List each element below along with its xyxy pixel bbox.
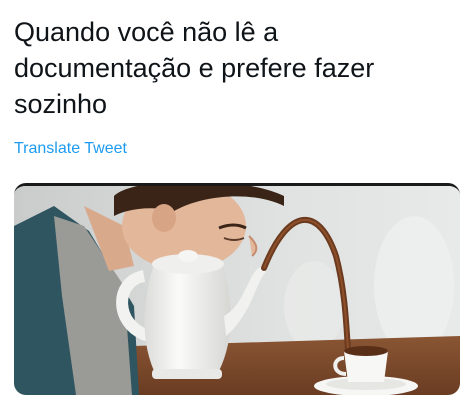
tweet: Quando você não lê a documentação e pref… xyxy=(0,0,474,403)
tweet-media-image[interactable] xyxy=(14,183,460,395)
tweet-text-line: Quando você não lê a xyxy=(14,17,279,47)
person-ear xyxy=(152,204,176,232)
tweet-text-line: sozinho xyxy=(14,89,108,119)
tweet-text-line: documentação e prefere fazer xyxy=(14,53,375,83)
background-blur xyxy=(374,216,454,356)
background-blur xyxy=(284,261,344,351)
coffee-in-cup xyxy=(344,346,388,356)
tweet-text: Quando você não lê a documentação e pref… xyxy=(14,14,462,122)
translate-tweet-link[interactable]: Translate Tweet xyxy=(14,139,127,159)
meme-photo xyxy=(14,186,460,395)
